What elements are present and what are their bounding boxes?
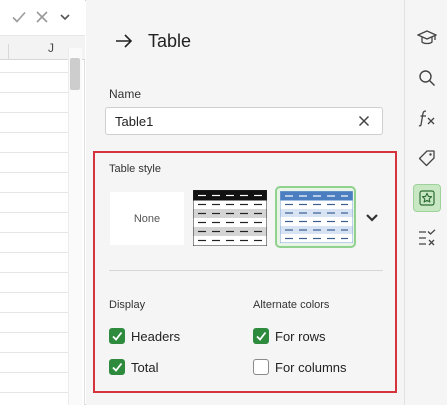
name-label: Name	[109, 87, 142, 101]
for-columns-label: For columns	[275, 359, 347, 375]
pane-header: Table	[114, 28, 191, 54]
page-title: Table	[148, 30, 192, 51]
function-icon[interactable]	[413, 104, 441, 132]
style-none-label: None	[133, 212, 161, 225]
total-label: Total	[131, 359, 159, 375]
search-icon[interactable]	[413, 64, 441, 92]
back-arrow-icon[interactable]	[114, 31, 134, 51]
for-rows-checkbox-row[interactable]: For rows	[253, 328, 326, 344]
for-rows-checkbox[interactable]	[253, 328, 269, 344]
total-checkbox[interactable]	[109, 359, 125, 375]
alternate-colors-label: Alternate colors	[253, 299, 330, 311]
scrollbar-thumb[interactable]	[70, 58, 80, 90]
more-styles-chevron-icon[interactable]	[364, 210, 380, 226]
column-header-j[interactable]: J	[48, 41, 54, 55]
style-dark-swatch[interactable]	[192, 189, 268, 247]
confirm-icon[interactable]	[10, 8, 28, 26]
tag-icon[interactable]	[413, 144, 441, 172]
section-divider	[109, 270, 383, 271]
chevron-down-icon[interactable]	[56, 8, 74, 26]
for-rows-label: For rows	[275, 328, 326, 344]
vertical-scrollbar[interactable]	[68, 48, 82, 405]
clear-icon[interactable]	[356, 113, 372, 129]
display-label: Display	[109, 299, 146, 311]
learn-graduation-cap-icon[interactable]	[413, 24, 441, 52]
cancel-icon[interactable]	[33, 8, 51, 26]
for-columns-checkbox[interactable]	[253, 359, 269, 375]
for-columns-checkbox-row[interactable]: For columns	[253, 359, 347, 375]
headers-label: Headers	[131, 328, 181, 344]
formula-bar	[0, 0, 85, 36]
column-separator	[8, 44, 9, 60]
table-style-label: Table style	[109, 163, 161, 175]
style-none-swatch[interactable]: None	[110, 192, 184, 245]
table-name-field[interactable]	[105, 107, 383, 135]
table-style-star-icon[interactable]	[413, 184, 441, 212]
side-rail	[404, 0, 447, 405]
style-blue-swatch-selected[interactable]	[275, 186, 356, 248]
checklist-icon[interactable]	[413, 224, 441, 252]
total-checkbox-row[interactable]: Total	[109, 359, 158, 375]
spreadsheet-area: J	[0, 0, 85, 405]
headers-checkbox[interactable]	[109, 328, 125, 344]
headers-checkbox-row[interactable]: Headers	[109, 328, 180, 344]
